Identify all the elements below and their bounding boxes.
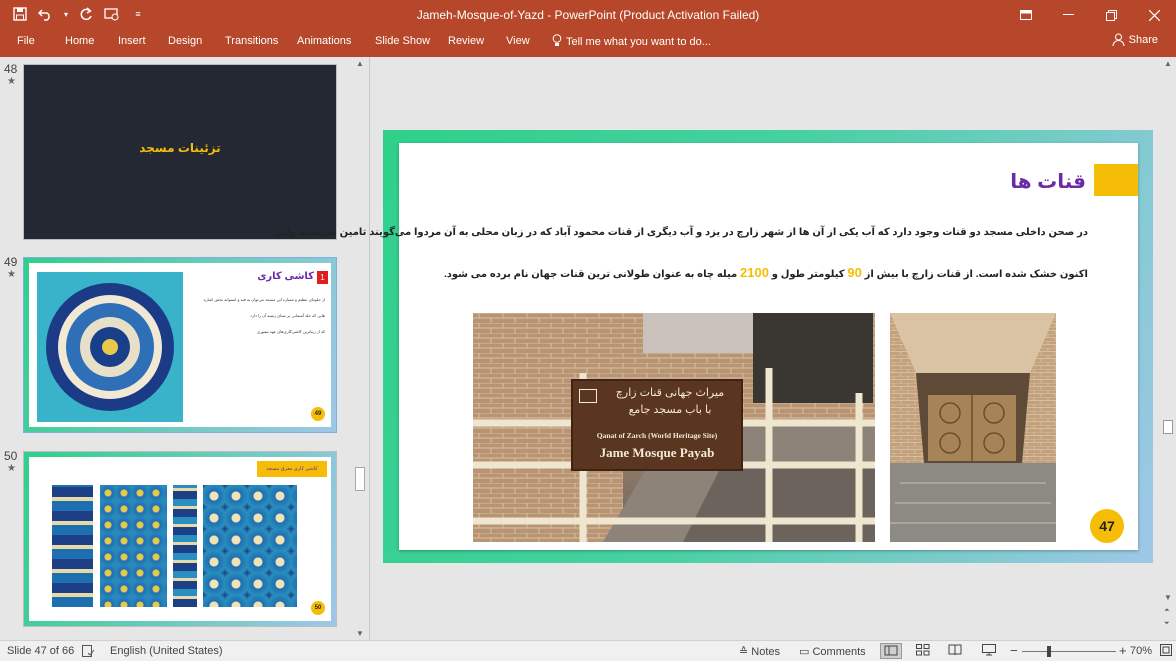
- tab-home[interactable]: Home: [65, 35, 94, 47]
- tile-strip-image: [52, 485, 93, 607]
- qanat-well-photo[interactable]: [890, 313, 1056, 542]
- body-text: کیلومتر طول و: [771, 269, 845, 280]
- language-indicator[interactable]: English (United States): [110, 645, 223, 657]
- scrollbar-thumb[interactable]: [1163, 420, 1173, 434]
- title-accent-box: [1094, 164, 1138, 196]
- sign-text: میراث جهانی قنات زارچ: [615, 387, 725, 399]
- unesco-logo-icon: [579, 389, 597, 403]
- tile-pattern-image: [37, 272, 183, 422]
- thumb-page-circle: 50: [311, 601, 325, 615]
- lightbulb-icon: [552, 34, 562, 46]
- thumb-title-badge: 1: [317, 271, 328, 284]
- tab-slide-show[interactable]: Slide Show: [375, 35, 430, 47]
- notes-button[interactable]: ≙ Notes: [739, 645, 780, 658]
- previous-slide-icon[interactable]: ⏶: [1164, 607, 1170, 615]
- thumb-number-49: 49: [4, 255, 18, 269]
- scroll-down-arrow-icon[interactable]: ▼: [356, 629, 364, 638]
- sign-text: با باب مسجد جامع: [628, 404, 712, 416]
- body-text: اکنون خشک شده است. از قنات زارچ با بیش ا…: [864, 269, 1088, 280]
- animation-star-icon: ★: [7, 269, 16, 280]
- tab-design[interactable]: Design: [168, 35, 202, 47]
- highlight-number: 2100: [740, 265, 769, 280]
- zoom-level[interactable]: 70%: [1130, 645, 1152, 657]
- maximize-icon[interactable]: [1090, 0, 1133, 30]
- tab-file[interactable]: File: [17, 35, 35, 47]
- share-button[interactable]: Share: [1112, 33, 1158, 46]
- zoom-in-button[interactable]: +: [1119, 643, 1127, 658]
- notes-label: Notes: [751, 646, 781, 658]
- tab-review[interactable]: Review: [448, 35, 484, 47]
- ribbon-display-icon[interactable]: [1004, 0, 1047, 30]
- slide-show-view-icon[interactable]: [982, 644, 996, 659]
- tab-insert[interactable]: Insert: [118, 35, 146, 47]
- document-title: Jameh-Mosque-of-Yazd - PowerPoint (Produ…: [416, 8, 760, 22]
- normal-view-button[interactable]: [880, 643, 902, 659]
- editor-scrollbar[interactable]: ▲ ▼ ⏶ ⏷: [1160, 57, 1176, 640]
- thumb-title: تزئینات مسجد: [139, 141, 221, 155]
- highlight-number: 90: [847, 265, 862, 280]
- thumb-body-line: از جلوه‌ای عظیم و ممتازه این مسجد می‌توا…: [203, 297, 326, 302]
- prev-slide-icon[interactable]: ▼: [1164, 593, 1172, 602]
- slide-sorter-view-icon[interactable]: [916, 644, 930, 659]
- tile-panel-image: [203, 485, 297, 607]
- title-bar: ▾ ≡ Jameh-Mosque-of-Yazd - PowerPoint (P…: [0, 0, 1176, 30]
- status-bar: Slide 47 of 66 English (United States) ≙…: [0, 640, 1176, 661]
- ribbon-tabs: File Home Insert Design Transitions Anim…: [0, 30, 1176, 57]
- sign-text: Qanat of Zarch (World Heritage Site): [596, 431, 718, 440]
- slide-thumbnail-pane[interactable]: 48 ★ تزئینات مسجد 49 ★ 1 کاشی کاری از جل…: [0, 57, 370, 640]
- scrollbar-thumb[interactable]: [355, 467, 365, 491]
- zoom-out-button[interactable]: −: [1010, 643, 1018, 658]
- slide-title[interactable]: قنات ها: [1010, 169, 1086, 194]
- fit-slide-icon[interactable]: [1160, 644, 1172, 659]
- notes-icon: ≙: [739, 646, 749, 658]
- animation-star-icon: ★: [7, 76, 16, 87]
- comments-label: Comments: [812, 646, 866, 658]
- tab-view[interactable]: View: [506, 35, 530, 47]
- zoom-slider-handle[interactable]: [1047, 646, 1051, 657]
- next-slide-icon[interactable]: ⏷: [1164, 620, 1170, 628]
- spell-check-icon[interactable]: [82, 645, 95, 660]
- zoom-slider[interactable]: [1022, 646, 1116, 657]
- thumb-title: کاشی کاری معرق مسجد: [257, 461, 327, 477]
- slide-counter[interactable]: Slide 47 of 66: [7, 645, 74, 657]
- scroll-up-arrow-icon[interactable]: ▲: [356, 59, 364, 68]
- thumbnail-slide-50[interactable]: کاشی کاری معرق مسجد 50: [23, 451, 337, 627]
- sign-text: Jame Mosque Payab: [599, 445, 715, 460]
- body-text: میله چاه به عنوان طولانی ترین قنات جهان …: [443, 269, 738, 280]
- close-icon[interactable]: [1133, 0, 1176, 30]
- comments-icon: ▭: [799, 646, 810, 658]
- thumb-number-50: 50: [4, 449, 18, 463]
- tile-panel-image: [100, 485, 167, 607]
- tell-me-box[interactable]: Tell me what you want to do...: [552, 34, 711, 48]
- thumb-title: کاشی کاری: [257, 271, 314, 282]
- thumb-page-circle: 49: [311, 407, 325, 421]
- thumbnail-slide-49[interactable]: 1 کاشی کاری از جلوه‌ای عظیم و ممتازه این…: [23, 257, 337, 433]
- current-slide[interactable]: قنات ها در صحن داخلی مسجد دو قنات وجود د…: [276, 143, 1138, 550]
- tab-animations[interactable]: Animations: [297, 35, 351, 47]
- share-label: Share: [1128, 33, 1158, 46]
- qanat-sign-photo[interactable]: میراث جهانی قنات زارچ با باب مسجد جامع Q…: [473, 313, 875, 542]
- minimize-icon[interactable]: [1047, 0, 1090, 30]
- tile-strip-image: [173, 485, 197, 607]
- thumb-body-line: که از زیباترین کاشی‌کاری‌های عهد تیموری: [256, 329, 325, 334]
- tell-me-text: Tell me what you want to do...: [566, 36, 711, 48]
- reading-view-icon[interactable]: [948, 644, 962, 659]
- heritage-sign: میراث جهانی قنات زارچ با باب مسجد جامع Q…: [571, 379, 743, 471]
- slide-page-number: 47: [1090, 509, 1124, 543]
- thumb-body-line: هایی که جلد آسمانی بر مبنای زمینه آن را …: [250, 313, 325, 318]
- thumb-number-48: 48: [4, 62, 18, 76]
- comments-button[interactable]: ▭ Comments: [799, 645, 866, 658]
- slide-frame: قنات ها در صحن داخلی مسجد دو قنات وجود د…: [276, 130, 1153, 563]
- thumbnail-scrollbar[interactable]: ▲ ▼: [353, 57, 367, 640]
- animation-star-icon: ★: [7, 463, 16, 474]
- slide-body-line-2[interactable]: اکنون خشک شده است. از قنات زارچ با بیش ا…: [419, 265, 1088, 280]
- scroll-up-arrow-icon[interactable]: ▲: [1164, 59, 1172, 68]
- slide-body-line-1[interactable]: در صحن داخلی مسجد دو قنات وجود دارد که آ…: [276, 227, 1088, 238]
- person-icon: [1112, 33, 1125, 46]
- tab-transitions[interactable]: Transitions: [225, 35, 278, 47]
- thumbnail-slide-48[interactable]: تزئینات مسجد: [23, 64, 337, 240]
